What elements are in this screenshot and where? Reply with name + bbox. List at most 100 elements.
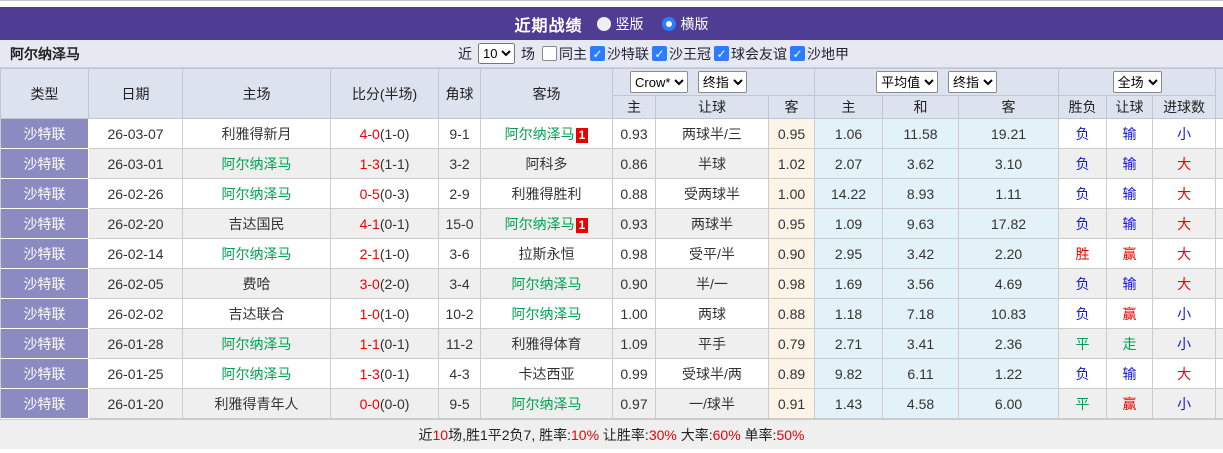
full-score: 1-3 — [359, 155, 380, 172]
odds-away-cell: 0.88 — [767, 298, 816, 329]
half-score: (1-0) — [379, 125, 410, 142]
avg-home-cell: 1.43 — [814, 388, 884, 419]
corner-cell: 3-2 — [438, 148, 481, 179]
handicap-result-cell: 输 — [1106, 358, 1154, 389]
full-score: 2-1 — [359, 245, 380, 262]
league-filter-label: 沙特联 — [607, 45, 649, 62]
filter-league-kings-cup[interactable]: ✓ 沙王冠 — [652, 44, 711, 64]
half-score: (0-1) — [379, 215, 410, 232]
league-type-cell: 沙特联 — [0, 118, 89, 149]
handicap-cell: 半球 — [655, 148, 769, 179]
recent-results-panel: 近期战绩 竖版 横版 阿尔纳泽马 近 10 场 同主 ✓ 沙特联 ✓ 沙王冠 ✓… — [0, 0, 1223, 449]
odds-away-cell: 0.95 — [767, 118, 816, 149]
average-select[interactable]: 平均值 — [876, 71, 939, 93]
results-table: 类型 日期 主场 比分(半场) 角球 客场 Crow* 终指 平均值 终指 全场 — [0, 68, 1223, 419]
radio-horizontal-layout[interactable]: 横版 — [661, 14, 709, 34]
odds-home-cell: 0.99 — [612, 358, 656, 389]
average-time-select[interactable]: 终指 — [947, 71, 997, 93]
score-cell: 4-0(1-0) — [330, 118, 439, 149]
checkbox-checked-icon[interactable]: ✓ — [590, 46, 605, 61]
checkbox-unchecked-icon[interactable] — [542, 46, 557, 61]
col-header-away: 客场 — [480, 68, 613, 119]
half-score: (1-1) — [379, 155, 410, 172]
handicap-result-cell: 输 — [1106, 268, 1154, 299]
away-team-cell: 阿尔纳泽马 — [480, 388, 613, 419]
matches-label: 场 — [521, 45, 535, 62]
handicap-result-cell: 输 — [1106, 148, 1154, 179]
away-team-cell: 阿尔纳泽马 — [480, 298, 613, 329]
goals-cell: 小 — [1152, 298, 1217, 329]
filler-cell — [1215, 118, 1223, 149]
league-type-cell: 沙特联 — [0, 238, 89, 269]
recent-count-select[interactable]: 10 — [478, 43, 515, 64]
team-name: 拉斯永恒 — [518, 245, 575, 262]
goals-cell: 大 — [1152, 148, 1217, 179]
col-header-type: 类型 — [0, 68, 89, 119]
goals-cell: 小 — [1152, 118, 1217, 149]
near-label: 近 — [458, 45, 472, 62]
full-score: 4-1 — [359, 215, 380, 232]
date-cell: 26-02-20 — [88, 208, 183, 239]
date-cell: 26-01-28 — [88, 328, 183, 359]
summary-text: 近 — [418, 426, 433, 443]
date-cell: 26-02-14 — [88, 238, 183, 269]
filter-league-saudi-d1[interactable]: ✓ 沙地甲 — [790, 44, 849, 64]
full-score: 3-0 — [359, 275, 380, 292]
radio-unchecked-icon[interactable] — [596, 16, 611, 31]
odds-company-select[interactable]: Crow* — [630, 71, 688, 93]
team-name: 阿尔纳泽马 — [221, 245, 292, 262]
team-name: 阿科多 — [525, 155, 568, 172]
result-cell: 平 — [1058, 388, 1108, 419]
layout-radio-group: 竖版 横版 — [596, 14, 709, 34]
avg-draw-cell: 3.41 — [882, 328, 960, 359]
odds-away-cell: 0.90 — [767, 238, 816, 269]
top-divider — [0, 0, 1223, 7]
handicap-result-cell: 赢 — [1106, 238, 1154, 269]
home-team-cell: 利雅得青年人 — [182, 388, 331, 419]
half-score: (0-1) — [379, 335, 410, 352]
col-header-handicap: 让球 — [655, 95, 769, 119]
full-score: 0-5 — [359, 185, 380, 202]
team-name: 利雅得青年人 — [214, 395, 299, 412]
radio-checked-icon[interactable] — [661, 16, 676, 31]
summary-text: 10% — [571, 426, 600, 443]
date-cell: 26-02-02 — [88, 298, 183, 329]
avg-away-cell: 2.20 — [958, 238, 1060, 269]
checkbox-checked-icon[interactable]: ✓ — [790, 46, 805, 61]
home-team-cell: 阿尔纳泽马 — [182, 328, 331, 359]
odds-home-cell: 1.09 — [612, 328, 656, 359]
team-name: 阿尔纳泽马 — [504, 215, 575, 232]
match-row: 沙特联 26-02-05 费哈 3-0(2-0) 3-4 阿尔纳泽马 0.90 半/一 0.98… — [0, 268, 1223, 299]
away-team-cell: 阿尔纳泽马 — [480, 268, 613, 299]
result-cell: 负 — [1058, 148, 1108, 179]
odds-time-select[interactable]: 终指 — [697, 71, 747, 93]
odds-away-cell: 0.98 — [767, 268, 816, 299]
goals-cell: 大 — [1152, 358, 1217, 389]
filter-league-club-friendly[interactable]: ✓ 球会友谊 — [714, 44, 787, 64]
radio-vertical-layout[interactable]: 竖版 — [596, 14, 644, 34]
avg-away-cell: 1.22 — [958, 358, 1060, 389]
full-score: 1-3 — [359, 365, 380, 382]
score-cell: 0-0(0-0) — [330, 388, 439, 419]
same-home-filter[interactable]: 同主 — [542, 44, 587, 64]
away-team-cell: 阿尔纳泽马 1 — [480, 118, 613, 149]
avg-home-cell: 1.09 — [814, 208, 884, 239]
date-cell: 26-02-05 — [88, 268, 183, 299]
red-card-badge: 1 — [575, 217, 589, 233]
filter-league-saudi-pro[interactable]: ✓ 沙特联 — [590, 44, 649, 64]
league-type-cell: 沙特联 — [0, 388, 89, 419]
handicap-result-cell: 输 — [1106, 178, 1154, 209]
handicap-cell: 一/球半 — [655, 388, 769, 419]
filters: 近 10 场 同主 ✓ 沙特联 ✓ 沙王冠 ✓ 球会友谊 ✓ 沙地甲 — [458, 43, 849, 64]
date-cell: 26-02-26 — [88, 178, 183, 209]
odds-away-cell: 0.91 — [767, 388, 816, 419]
col-header-score: 比分(半场) — [330, 68, 439, 119]
away-team-cell: 拉斯永恒 — [480, 238, 613, 269]
checkbox-checked-icon[interactable]: ✓ — [652, 46, 667, 61]
odds-home-cell: 0.98 — [612, 238, 656, 269]
col-header-avg-home: 主 — [814, 95, 884, 119]
scope-select[interactable]: 全场 — [1112, 71, 1162, 93]
checkbox-checked-icon[interactable]: ✓ — [714, 46, 729, 61]
team-name: 阿尔纳泽马 — [511, 305, 582, 322]
summary-text: 大率: — [676, 426, 713, 443]
